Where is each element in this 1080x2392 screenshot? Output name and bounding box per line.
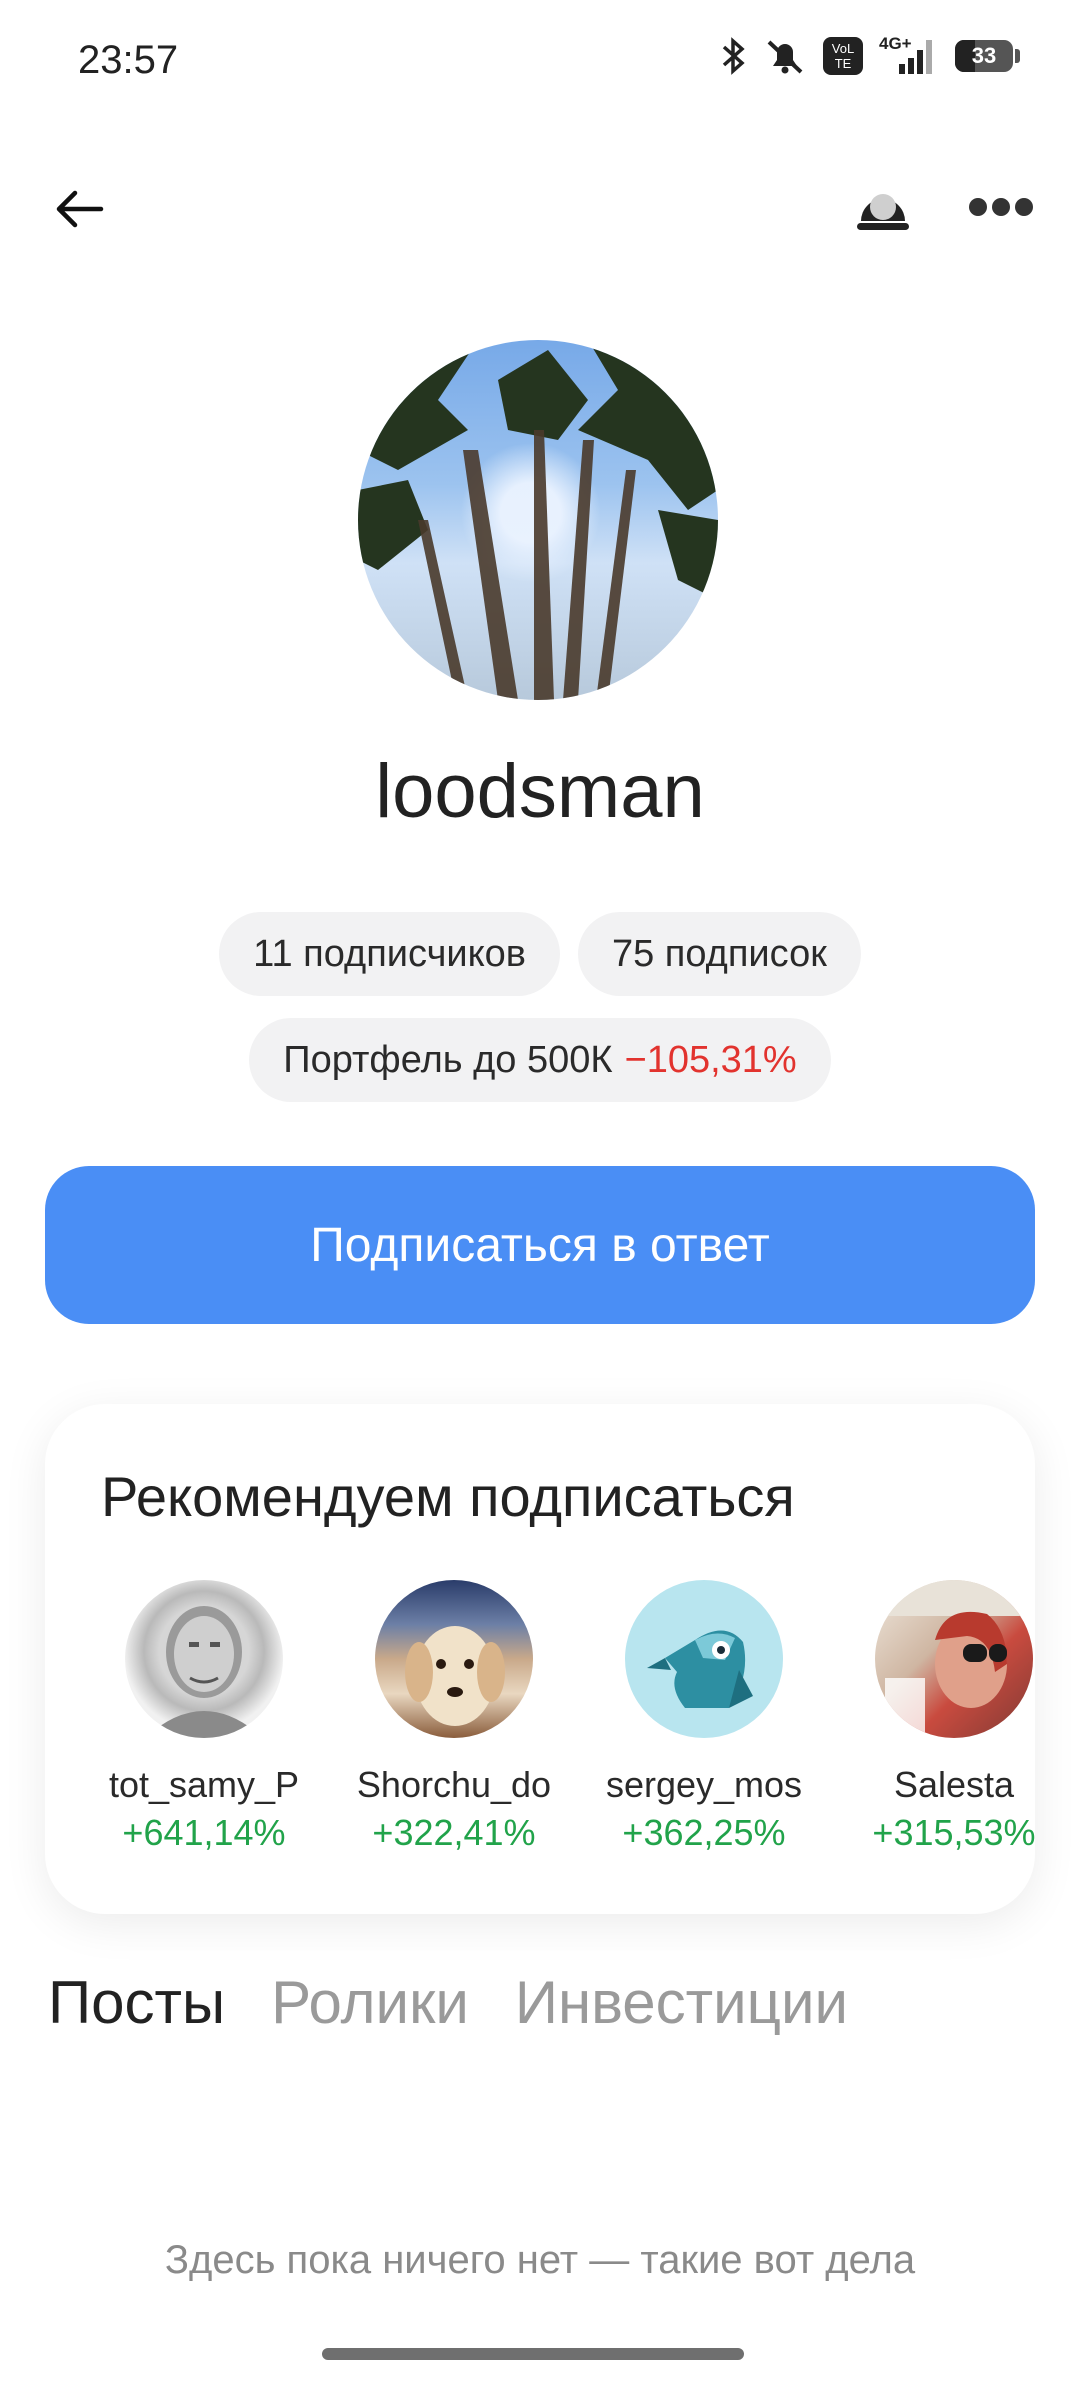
recommendations-list: tot_samy_P +641,14% Shorchu_do +322,41% [89, 1580, 1035, 1854]
recommended-user[interactable]: sergey_mos +362,25% [589, 1580, 819, 1854]
status-icons: VoLTE 4G+ 33 [721, 34, 1020, 76]
volte-label: VoLTE [831, 41, 855, 71]
back-button[interactable] [44, 174, 114, 244]
battery-level: 33 [971, 43, 997, 68]
recommended-user-change: +641,14% [122, 1812, 286, 1853]
recommended-user-name: sergey_mos [605, 1764, 803, 1805]
bell-icon [857, 194, 909, 230]
dog-icon [405, 1626, 505, 1726]
recommended-user-change: +315,53% [872, 1812, 1035, 1853]
recommended-user-change: +362,25% [622, 1812, 786, 1853]
status-bar: 23:57 VoLTE 4G+ 33 [0, 0, 1080, 120]
status-time: 23:57 [78, 38, 179, 82]
follow-stats-row: 11 подписчиков 75 подписок [0, 912, 1080, 996]
notification-bell-button[interactable] [850, 174, 916, 240]
avatar [375, 1580, 533, 1738]
portfolio-change: −105,31% [624, 1038, 797, 1081]
bluetooth-icon [722, 37, 745, 75]
recommended-user-name: Shorchu_do [356, 1764, 552, 1805]
portrait-icon [145, 1606, 263, 1738]
recommended-user[interactable]: Salesta +315,53% [839, 1580, 1035, 1854]
recommendations-title: Рекомендуем подписаться [101, 1465, 795, 1528]
recommended-user[interactable]: tot_samy_P +641,14% [89, 1580, 319, 1854]
battery-icon: 33 [955, 40, 1020, 72]
home-indicator[interactable] [322, 2348, 744, 2360]
tab-reels[interactable]: Ролики [271, 1968, 469, 2037]
more-horizontal-icon [969, 198, 1033, 216]
trees-photo-icon [358, 340, 718, 700]
avatar [875, 1580, 1033, 1738]
portfolio-label: Портфель до 500К [283, 1038, 613, 1081]
top-actions [850, 174, 1034, 240]
portfolio-chip[interactable]: Портфель до 500К −105,31% [249, 1018, 831, 1102]
woman-photo-icon [875, 1580, 1033, 1738]
followers-chip[interactable]: 11 подписчиков [219, 912, 560, 996]
avatar [125, 1580, 283, 1738]
more-options-button[interactable] [968, 174, 1034, 240]
subscribe-back-button[interactable]: Подписаться в ответ [45, 1166, 1035, 1324]
following-chip[interactable]: 75 подписок [577, 912, 861, 996]
bird-icon [647, 1630, 753, 1708]
portfolio-row: Портфель до 500К −105,31% [0, 1018, 1080, 1102]
avatar [625, 1580, 783, 1738]
recommended-user[interactable]: Shorchu_do +322,41% [339, 1580, 569, 1854]
tab-posts[interactable]: Посты [48, 1968, 225, 2037]
cellular-signal-icon: 4G+ [879, 34, 939, 76]
volte-icon: VoLTE [823, 37, 863, 75]
tab-investments[interactable]: Инвестиции [515, 1968, 848, 2037]
empty-state-text: Здесь пока ничего нет — такие вот дела [164, 2238, 916, 2282]
profile-username: loodsman [375, 749, 705, 834]
profile-avatar[interactable] [358, 340, 718, 700]
recommended-user-name: Salesta [893, 1764, 1015, 1805]
recommended-user-change: +322,41% [372, 1812, 536, 1853]
recommended-user-name: tot_samy_P [108, 1764, 300, 1805]
arrow-left-icon [56, 190, 104, 228]
recommendations-card: Рекомендуем подписаться tot_samy_P +641,… [45, 1404, 1035, 1914]
empty-state: Здесь пока ничего нет — такие вот дела [0, 2232, 1080, 2342]
mute-icon [767, 40, 803, 74]
profile-tabs: Посты Ролики Инвестиции [48, 1968, 848, 2037]
top-bar [0, 150, 1080, 260]
